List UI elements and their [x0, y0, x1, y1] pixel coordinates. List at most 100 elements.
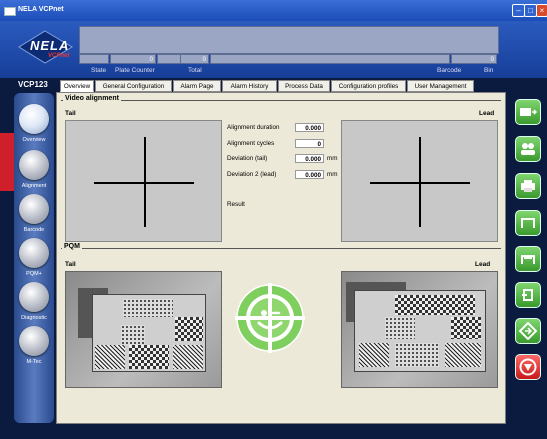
sidebar-item-label: Alignment	[21, 183, 47, 189]
alignment-duration-value: 0.000	[295, 123, 324, 132]
tab-configuration-profiles[interactable]: Configuration profiles	[331, 80, 406, 92]
bracket-open-button[interactable]	[515, 210, 541, 236]
test-chart	[92, 294, 206, 372]
sidebar-item-overview[interactable]: Overview	[14, 104, 54, 144]
bracket-open-icon	[521, 218, 535, 228]
tab-user-management[interactable]: User Management	[407, 80, 474, 92]
state-value-field: 0	[110, 54, 156, 64]
m-tec-icon	[19, 326, 49, 356]
crosshair-vertical	[144, 137, 146, 227]
tab-general-configuration[interactable]: General Configuration	[95, 80, 172, 92]
print-button[interactable]	[515, 173, 541, 199]
state-label: State	[91, 67, 107, 74]
dot-pattern	[395, 343, 439, 367]
tab-alarm-page[interactable]: Alarm Page	[173, 80, 221, 92]
go-diamond-icon	[519, 322, 537, 340]
total-label: Total	[188, 67, 202, 74]
sidebar-item-pqm[interactable]: PQM+	[14, 238, 54, 278]
deviation-tail-value: 0.000	[295, 154, 324, 163]
tab-alarm-history[interactable]: Alarm History	[222, 80, 277, 92]
rotate-icon	[522, 289, 533, 301]
sidebar-item-label: Diagnostic	[21, 315, 47, 321]
lead-label: Lead	[479, 110, 495, 117]
sidebar-item-label: Barcode	[23, 227, 45, 233]
pqm-title: PQM	[62, 243, 82, 250]
plate-feed-button[interactable]	[515, 99, 541, 125]
printer-icon	[521, 180, 535, 192]
sidebar-item-label: Overview	[22, 137, 46, 143]
deviation-lead-value: 0.000	[295, 170, 324, 179]
result-label: Result	[227, 201, 245, 208]
total-field: 0	[180, 54, 209, 64]
deviation-tail-unit: mm	[327, 155, 338, 162]
bin-label: Bin	[484, 67, 494, 74]
dot-pattern	[385, 317, 415, 339]
pqm-tail-image	[65, 271, 222, 388]
dot-pattern	[123, 299, 173, 317]
barcode-field	[210, 54, 450, 64]
logo-text: NELA	[30, 38, 70, 53]
users-button[interactable]	[515, 136, 541, 162]
pqm-icon	[19, 238, 49, 268]
test-chart	[354, 290, 486, 372]
tail-label: Tail	[65, 110, 76, 117]
tab-overview[interactable]: Overview	[60, 80, 94, 92]
barcode-icon	[19, 194, 49, 224]
window-title: NELA VCPnet	[18, 6, 64, 13]
sidebar-item-diagnostic[interactable]: Diagnostic	[14, 282, 54, 322]
video-alignment-title: Video alignment	[63, 95, 121, 102]
pqm-tail-label: Tail	[65, 261, 76, 268]
overview-icon	[19, 104, 49, 134]
stripe-pattern	[359, 343, 389, 367]
deviation-tail-label: Deviation (tail)	[227, 155, 268, 162]
deviation-lead-label: Deviation 2 (lead)	[227, 171, 277, 178]
users-icon	[521, 143, 535, 155]
dot-pattern	[121, 325, 145, 345]
stop-icon	[519, 358, 537, 376]
pqm-lead-image	[341, 271, 498, 388]
rotate-button[interactable]	[515, 282, 541, 308]
stripe-pattern	[95, 345, 125, 369]
stripe-pattern	[445, 343, 481, 367]
close-button[interactable]: ×	[536, 4, 547, 17]
sidebar-item-m-tec[interactable]: M-Tec	[14, 326, 54, 366]
checker-pattern	[451, 317, 481, 339]
alignment-icon	[19, 150, 49, 180]
state-field	[79, 54, 109, 64]
sidebar-item-label: M-Tec	[26, 359, 42, 365]
checker-pattern	[395, 295, 475, 315]
stripe-pattern	[173, 345, 203, 369]
pqm-lead-label: Lead	[475, 261, 491, 268]
alignment-duration-label: Alignment duration	[227, 124, 280, 131]
crosshair-vertical	[419, 137, 421, 227]
stop-button[interactable]	[515, 354, 541, 380]
deviation-lead-unit: mm	[327, 171, 338, 178]
header-display	[79, 26, 499, 54]
main-panel: Video alignment Tail Lead Alignment dura…	[56, 92, 506, 424]
title-bar: NELA VCPnet – □ ×	[0, 0, 547, 21]
diagnostic-icon	[19, 282, 49, 312]
bracket-tray-icon	[521, 255, 535, 264]
alignment-cycles-value: 0	[295, 139, 324, 148]
sidebar-item-barcode[interactable]: Barcode	[14, 194, 54, 234]
status-smiley-icon	[235, 283, 305, 353]
plate-feed-icon	[520, 108, 537, 116]
bin-field: 0	[451, 54, 497, 64]
go-button[interactable]	[515, 318, 541, 344]
logo-subtext: VCPnet	[48, 53, 70, 59]
checker-pattern	[129, 345, 169, 369]
app-icon	[4, 7, 16, 16]
sidebar-item-label: PQM+	[26, 271, 42, 277]
active-marker	[0, 133, 14, 191]
plate-counter-label: Plate Counter	[115, 67, 155, 74]
bracket-tray-button[interactable]	[515, 246, 541, 272]
checker-pattern	[175, 317, 203, 341]
lead-camera-view	[341, 120, 498, 242]
tail-camera-view	[65, 120, 222, 242]
pqm-divider	[61, 248, 501, 249]
video-alignment-divider	[61, 100, 501, 101]
barcode-label: Barcode	[437, 67, 462, 74]
tab-process-data[interactable]: Process Data	[278, 80, 330, 92]
sidebar-item-alignment[interactable]: Alignment	[14, 150, 54, 190]
alignment-cycles-label: Alignment cycles	[227, 140, 275, 147]
